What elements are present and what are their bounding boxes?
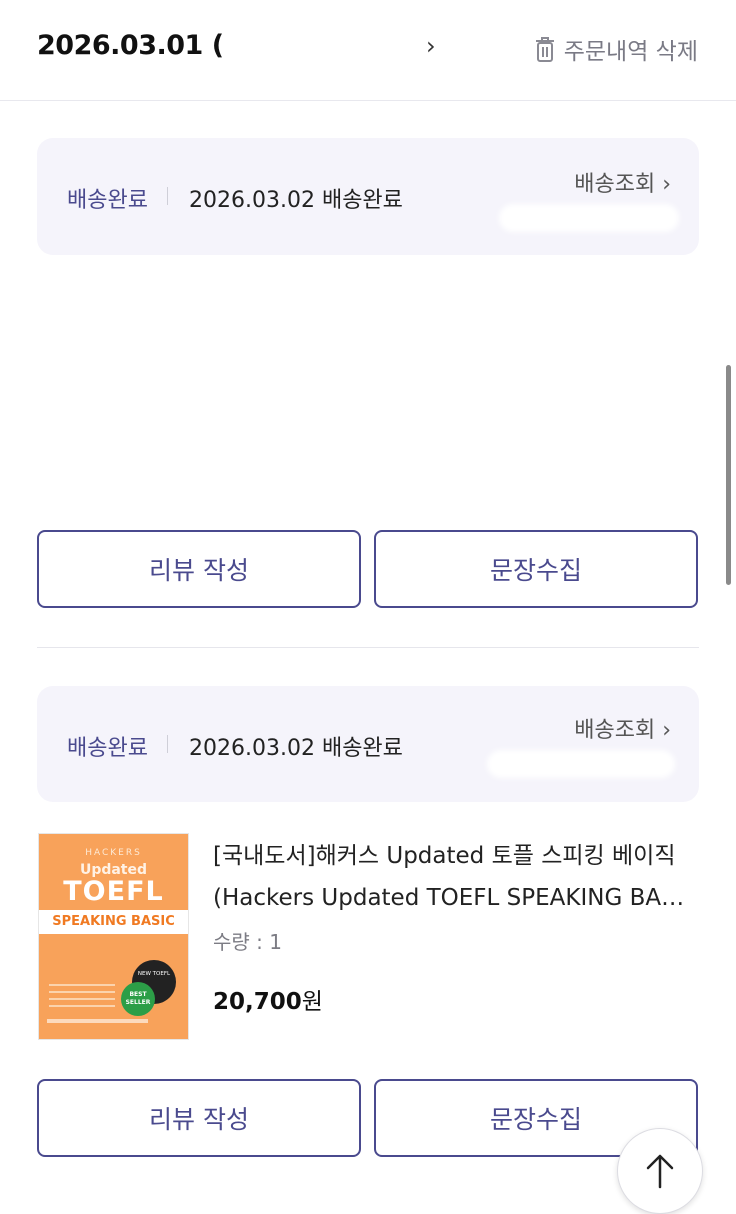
scroll-top-button[interactable] [617, 1128, 703, 1214]
redacted-tracking-number [487, 750, 675, 778]
scrollbar[interactable] [726, 365, 731, 585]
order-date: 2026.03.01 ( [37, 30, 224, 61]
track-shipment-button[interactable]: 배송조회 › [574, 712, 671, 744]
cover-band: SPEAKING BASIC [39, 910, 188, 934]
shipment-box: 배송완료 2026.03.02 배송완료 배송조회 › [37, 138, 699, 255]
shipment-status: 배송완료 [67, 188, 148, 213]
track-shipment-button[interactable]: 배송조회 › [574, 166, 671, 198]
shipment-status: 배송완료 [67, 736, 148, 761]
price-value: 20,700 [213, 989, 302, 1015]
product-title-line2: (Hackers Updated TOEFL SPEAKING BASIC [213, 885, 696, 911]
collect-sentence-button[interactable]: 문장수집 [374, 530, 698, 608]
cover-toefl: TOEFL [63, 876, 164, 907]
product-price: 20,700원 [213, 982, 323, 1016]
cover-brand: HACKERS [85, 848, 142, 858]
delete-order-label: 주문내역 삭제 [563, 39, 698, 65]
cover-best-badge: BEST SELLER [121, 982, 155, 1016]
cover-decoration [49, 984, 115, 1012]
separator [167, 735, 168, 753]
redacted-tracking-number [499, 204, 679, 232]
review-button[interactable]: 리뷰 작성 [37, 1079, 361, 1157]
book-cover-image[interactable]: HACKERS Updated TOEFL SPEAKING BASIC NEW… [38, 833, 189, 1040]
separator [167, 187, 168, 205]
review-button[interactable]: 리뷰 작성 [37, 530, 361, 608]
product-title[interactable]: [국내도서]해커스 Updated 토플 스피킹 베이직 (Hackers Up… [213, 835, 703, 919]
arrow-up-icon [646, 1154, 674, 1189]
order-detail-arrow[interactable]: › [426, 32, 436, 60]
shipment-date: 2026.03.02 배송완료 [189, 188, 403, 213]
product-quantity: 수량 : 1 [213, 930, 282, 954]
trash-icon [535, 37, 554, 62]
order-header: 2026.03.01 ( › 주문내역 삭제 [0, 0, 736, 101]
price-unit: 원 [301, 989, 323, 1015]
shipment-date: 2026.03.02 배송완료 [189, 736, 403, 761]
cover-strip [47, 1019, 148, 1023]
section-divider [37, 647, 699, 648]
product-title-line1: [국내도서]해커스 Updated 토플 스피킹 베이직 [213, 843, 676, 869]
shipment-box: 배송완료 2026.03.02 배송완료 배송조회 › [37, 686, 699, 802]
delete-order-button[interactable]: 주문내역 삭제 [534, 32, 698, 66]
